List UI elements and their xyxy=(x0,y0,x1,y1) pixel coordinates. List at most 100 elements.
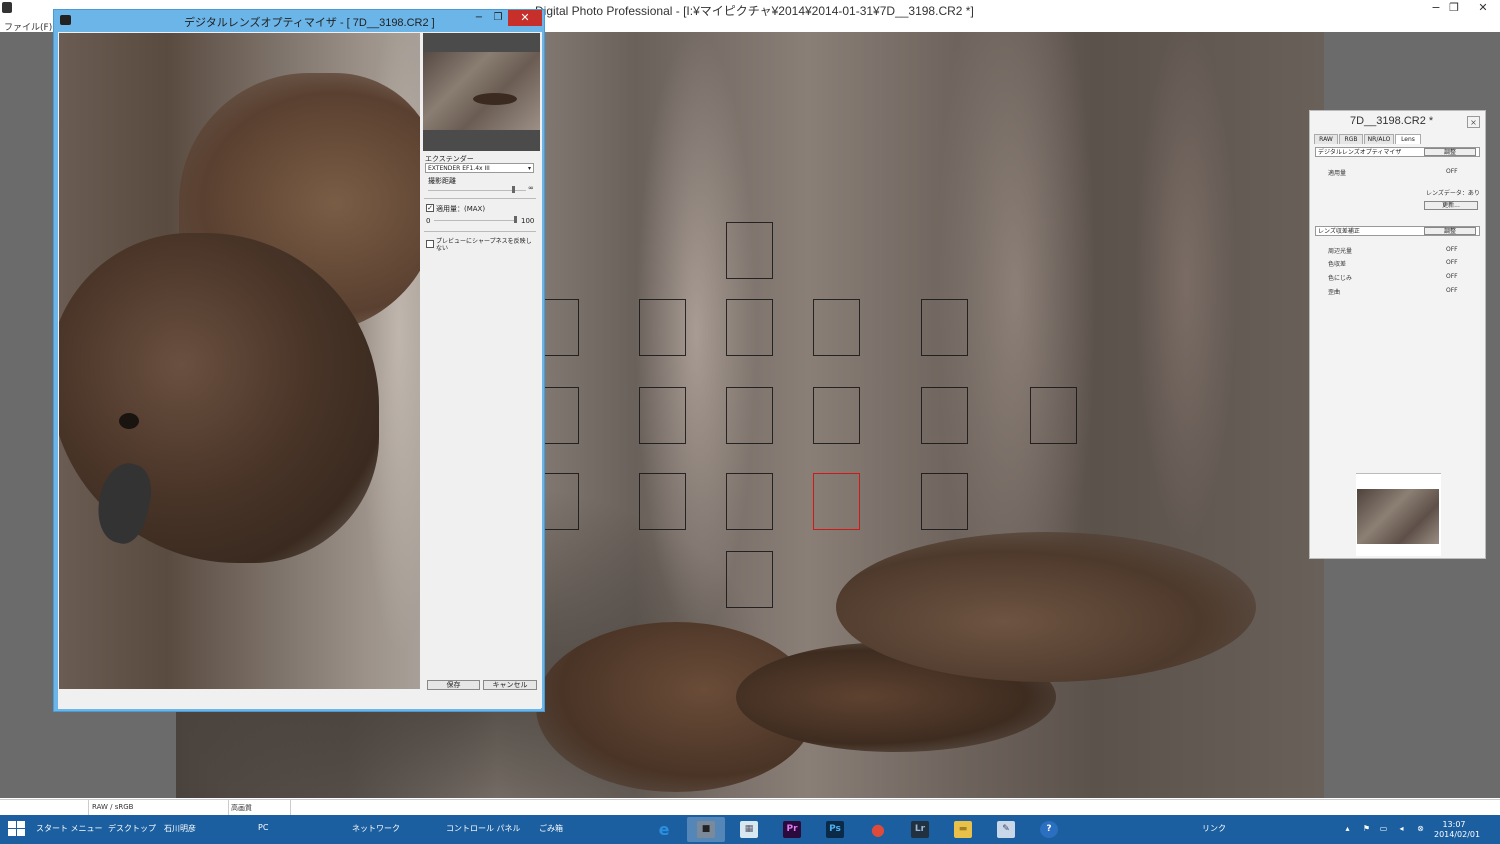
color-blur-label: 色にじみ xyxy=(1328,275,1353,282)
extender-select[interactable]: EXTENDER EF1.4x III ▾ xyxy=(425,163,534,173)
amount-slider-track[interactable] xyxy=(434,220,516,221)
save-button[interactable]: 保存 xyxy=(427,680,480,690)
photoshop-taskbar-icon[interactable]: Ps xyxy=(816,817,854,842)
divider xyxy=(424,198,536,199)
clock-time: 13:07 xyxy=(1442,820,1466,829)
aberration-section-header: レンズ収差補正 調整 xyxy=(1315,226,1480,236)
chevron-up-icon[interactable]: ▴ xyxy=(1343,824,1352,833)
af-point xyxy=(726,387,773,444)
flag-icon[interactable]: ⚑ xyxy=(1362,824,1371,833)
amount-label: 適用量：(MAX) xyxy=(436,205,486,213)
chromatic-value: OFF xyxy=(1446,259,1458,266)
palette-title: 7D__3198.CR2 * xyxy=(1350,115,1434,127)
amount-slider-thumb[interactable] xyxy=(514,216,517,223)
tab-lens[interactable]: Lens xyxy=(1395,134,1421,144)
control-panel-shortcut[interactable]: コントロール パネル xyxy=(446,823,521,834)
network-shortcut[interactable]: ネットワーク xyxy=(352,823,400,834)
clock[interactable]: 13:07 2014/02/01 xyxy=(1434,820,1481,840)
paint-taskbar-icon[interactable]: ✎ xyxy=(987,817,1025,842)
af-point xyxy=(726,473,773,530)
links-toolbar[interactable]: リンク xyxy=(1202,823,1226,834)
divider xyxy=(290,800,291,816)
peripheral-label: 周辺光量 xyxy=(1328,248,1353,255)
chromatic-label: 色収差 xyxy=(1328,261,1347,268)
tab-rgb[interactable]: RGB xyxy=(1339,134,1363,144)
distance-label: 撮影距離 xyxy=(428,177,456,185)
dlo-dialog: デジタルレンズオプティマイザ - [ 7D__3198.CR2 ] − ❐ ✕ … xyxy=(53,9,545,712)
photos-taskbar-icon[interactable]: ▦ xyxy=(730,817,768,842)
distortion-value: OFF xyxy=(1446,287,1458,294)
status-bar: RAW / sRGB 高画質 xyxy=(0,799,1500,816)
clock-date: 2014/02/01 xyxy=(1434,830,1481,839)
lightroom-taskbar-icon[interactable]: Lr xyxy=(901,817,939,842)
af-point-active xyxy=(813,473,860,530)
lens-data-label: レンズデータ：あり xyxy=(1426,190,1480,197)
aberration-adjust-button[interactable]: 調整 xyxy=(1424,227,1476,235)
dpp-icon: ■ xyxy=(697,821,715,838)
network-icon[interactable]: ▭ xyxy=(1379,824,1388,833)
dlo-client: エクステンダー EXTENDER EF1.4x III ▾ 撮影距離 ∞ ✓ 適… xyxy=(58,32,542,709)
peripheral-value: OFF xyxy=(1446,246,1458,253)
windows-logo-icon[interactable] xyxy=(8,821,26,838)
dlo-adjust-button[interactable]: 調整 xyxy=(1424,148,1476,156)
tab-nr-alo[interactable]: NR/ALO xyxy=(1364,134,1394,144)
dpp-taskbar-icon[interactable]: ■ xyxy=(687,817,725,842)
divider xyxy=(228,800,229,816)
photos-icon: ▦ xyxy=(740,821,758,838)
close-button[interactable]: ✕ xyxy=(1466,0,1500,17)
dlo-navigator[interactable] xyxy=(423,33,540,151)
preview-sharpness-checkbox[interactable] xyxy=(426,240,434,248)
dlo-preview[interactable] xyxy=(59,33,420,689)
ie-taskbar-icon[interactable]: e xyxy=(645,817,683,842)
tool-palette: 7D__3198.CR2 * × RAW RGB NR/ALO Lens デジタ… xyxy=(1309,110,1486,559)
premiere-taskbar-icon[interactable]: Pr xyxy=(773,817,811,842)
app-icon xyxy=(2,2,12,13)
amount-checkbox[interactable]: ✓ xyxy=(426,204,434,212)
help-icon: ? xyxy=(1040,821,1058,838)
dlo-section-label: デジタルレンズオプティマイザ xyxy=(1318,149,1402,156)
dlo-navigator-bird xyxy=(473,93,517,105)
menu-bar: ファイル(F) xyxy=(0,18,60,33)
cancel-button[interactable]: キャンセル xyxy=(483,680,537,690)
dlo-section-header: デジタルレンズオプティマイザ 調整 xyxy=(1315,147,1480,157)
file-explorer-taskbar-icon[interactable]: ▬ xyxy=(944,817,982,842)
amount-min: 0 xyxy=(426,217,431,225)
chrome-icon: ● xyxy=(871,820,885,839)
af-point xyxy=(1030,387,1077,444)
af-point xyxy=(639,387,686,444)
af-point xyxy=(726,222,773,279)
aberration-section-label: レンズ収差補正 xyxy=(1318,228,1360,235)
dlo-close-button[interactable]: ✕ xyxy=(508,10,542,26)
dlo-icon xyxy=(60,15,71,25)
af-point xyxy=(921,387,968,444)
palette-close-button[interactable]: × xyxy=(1467,116,1480,128)
af-point xyxy=(726,299,773,356)
user-folder[interactable]: 石川明彦 xyxy=(164,823,196,834)
dlo-minimize-button[interactable]: − xyxy=(472,12,486,26)
help-taskbar-icon[interactable]: ? xyxy=(1030,817,1068,842)
quality-status: 高画質 xyxy=(231,804,252,812)
update-button[interactable]: 更新... xyxy=(1424,201,1478,210)
af-point xyxy=(639,473,686,530)
navigator-thumbnail[interactable] xyxy=(1356,473,1441,556)
desktop-toolbar[interactable]: デスクトップ xyxy=(108,823,156,834)
tab-raw[interactable]: RAW xyxy=(1314,134,1338,144)
divider xyxy=(424,231,536,232)
amount-value: OFF xyxy=(1446,168,1458,175)
premiere-icon: Pr xyxy=(783,821,801,838)
amount-max: 100 xyxy=(521,217,535,225)
close-circle-icon[interactable]: ⊗ xyxy=(1416,824,1425,833)
recycle-bin-shortcut[interactable]: ごみ箱 xyxy=(539,823,563,834)
dlo-maximize-button[interactable]: ❐ xyxy=(491,12,505,26)
extender-value: EXTENDER EF1.4x III xyxy=(428,165,490,172)
distance-slider-thumb[interactable] xyxy=(512,186,515,193)
af-point xyxy=(639,299,686,356)
start-menu-label[interactable]: スタート メニュー xyxy=(36,823,103,834)
maximize-button[interactable]: ❐ xyxy=(1442,0,1466,17)
pc-shortcut[interactable]: PC xyxy=(258,823,268,832)
chrome-taskbar-icon[interactable]: ● xyxy=(859,817,897,842)
speaker-icon[interactable]: ◂ xyxy=(1397,824,1406,833)
infinity-icon: ∞ xyxy=(528,184,534,192)
lightroom-icon: Lr xyxy=(911,821,929,838)
folder-icon: ▬ xyxy=(954,821,972,838)
